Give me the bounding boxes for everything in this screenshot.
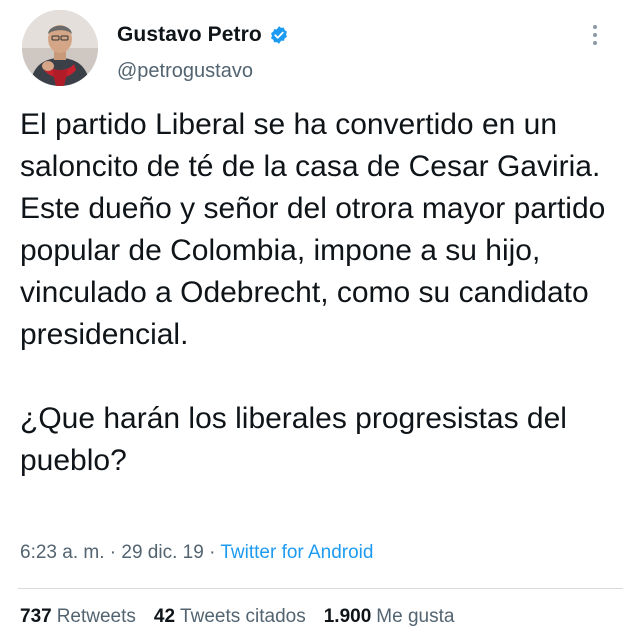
- likes-label: Me gusta: [376, 606, 455, 627]
- tweet-time[interactable]: 6:23 a. m.: [20, 542, 105, 563]
- likes-stat[interactable]: 1.900 Me gusta: [324, 606, 455, 628]
- divider: [18, 588, 623, 589]
- tweet-paragraph: El partido Liberal se ha convertido en u…: [20, 108, 606, 351]
- display-name[interactable]: Gustavo Petro: [117, 23, 262, 47]
- author-name-row: Gustavo Petro: [117, 23, 289, 47]
- tweet-card: Gustavo Petro @petrogustavo El partido L…: [0, 0, 623, 642]
- likes-count: 1.900: [323, 606, 372, 627]
- tweet-text: El partido Liberal se ha convertido en u…: [20, 104, 610, 482]
- quote-tweets-stat[interactable]: 42 Tweets citados: [154, 606, 306, 628]
- tweet-date[interactable]: 29 dic. 19: [121, 542, 203, 563]
- retweets-count: 737: [20, 606, 52, 627]
- tweet-paragraph: ¿Que harán los liberales progresistas de…: [20, 402, 567, 477]
- tweet-stats: 737 Retweets 42 Tweets citados 1.900 Me gus…: [20, 606, 454, 628]
- retweets-label: Retweets: [56, 606, 136, 627]
- verified-badge-icon: [269, 25, 289, 45]
- avatar[interactable]: [22, 10, 98, 86]
- tweet-meta: 6:23 a. m. · 29 dic. 19 · Twitter for An…: [20, 542, 373, 564]
- retweets-stat[interactable]: 737 Retweets: [20, 606, 136, 628]
- more-options-icon[interactable]: [586, 22, 604, 48]
- quote-tweets-count: 42: [153, 606, 176, 627]
- meta-separator: ·: [104, 542, 122, 563]
- tweet-source-link[interactable]: Twitter for Android: [220, 542, 373, 563]
- author-handle[interactable]: @petrogustavo: [117, 60, 253, 83]
- meta-separator: ·: [203, 542, 221, 563]
- avatar-image: [22, 10, 98, 86]
- quote-tweets-label: Tweets citados: [180, 606, 306, 627]
